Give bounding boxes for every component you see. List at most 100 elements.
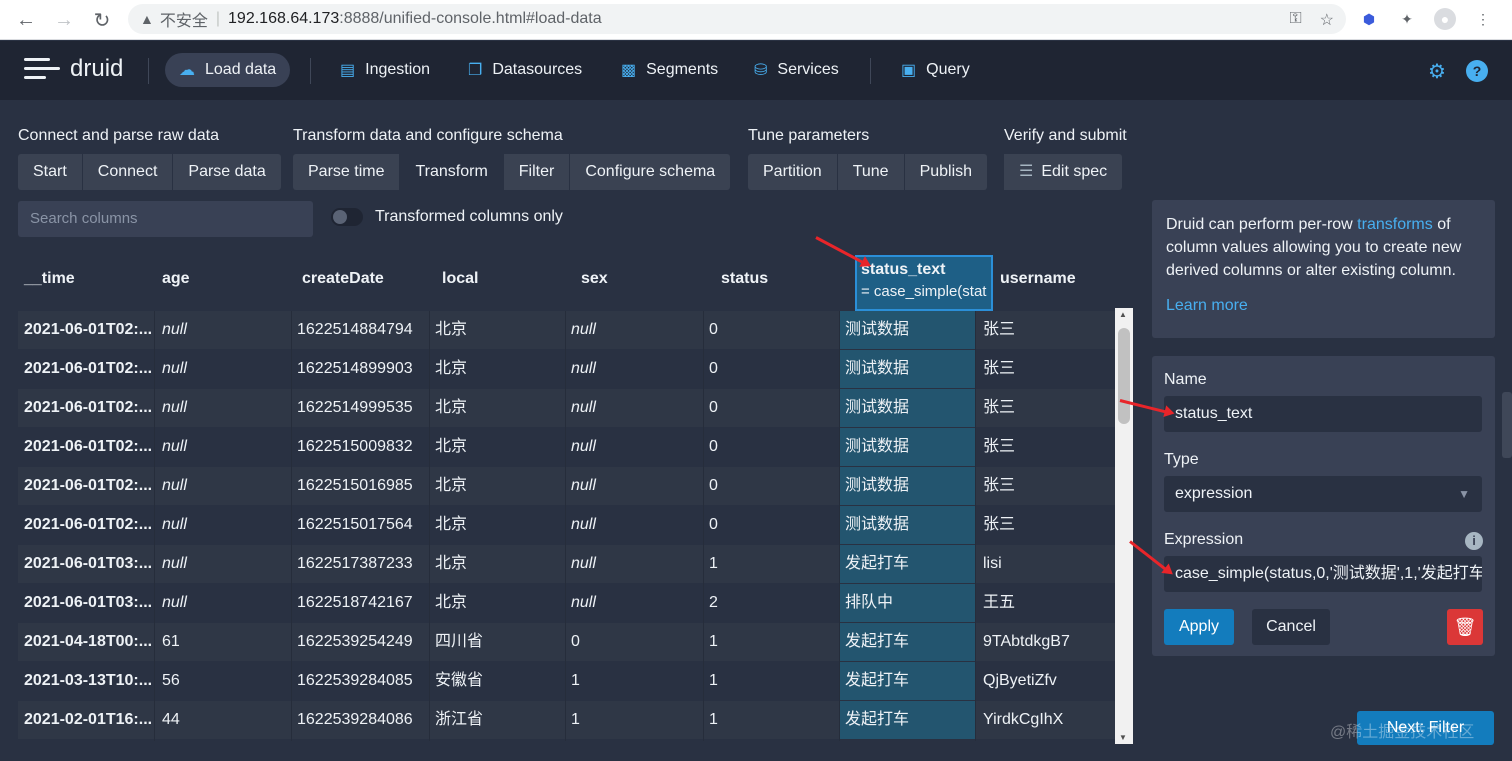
column-separator	[154, 311, 155, 741]
cell-sex: 0	[571, 633, 580, 650]
column-header-username[interactable]: username	[994, 255, 1115, 311]
learn-more-link[interactable]: Learn more	[1166, 294, 1481, 317]
column-header-time[interactable]: __time	[18, 255, 156, 311]
cell-username: 张三	[983, 321, 1016, 338]
delete-trash-icon[interactable]: 🗑	[1447, 609, 1483, 645]
cell-local: 四川省	[435, 633, 484, 650]
edit-spec-icon: ☰	[1019, 163, 1034, 180]
nav-datasources[interactable]: ❐ Datasources	[454, 53, 596, 87]
column-header-label: sex	[581, 270, 608, 287]
help-icon[interactable]: ?	[1466, 60, 1488, 82]
info-text-before: Druid can perform per-row	[1166, 216, 1358, 233]
cell-username: 张三	[983, 438, 1016, 455]
step-partition[interactable]: Partition	[748, 154, 838, 190]
browser-menu-icon[interactable]: ⋮	[1472, 8, 1494, 30]
step-configure-schema[interactable]: Configure schema	[570, 154, 731, 190]
cell-time: 2021-06-01T02:...	[24, 477, 153, 494]
cell-local: 北京	[435, 360, 468, 377]
nav-ingestion[interactable]: ▤ Ingestion	[326, 53, 444, 87]
apply-button[interactable]: Apply	[1164, 609, 1234, 645]
transforms-link[interactable]: transforms	[1357, 216, 1433, 233]
translate-icon[interactable]: ⚿	[1289, 10, 1301, 30]
info-text: Druid can perform per-row transforms of …	[1166, 213, 1481, 282]
nav-label: Load data	[205, 61, 277, 78]
cell-sex: 1	[571, 672, 580, 689]
table-scrollbar[interactable]: ▲ ▼	[1115, 308, 1133, 744]
expression-field[interactable]: case_simple(status,0,'测试数据',1,'发起打车	[1164, 556, 1482, 592]
column-header-status-text[interactable]: status_text = case_simple(stat	[855, 255, 993, 311]
step-filter[interactable]: Filter	[503, 154, 571, 190]
transformed-only-label: Transformed columns only	[375, 208, 563, 225]
address-bar[interactable]: ▲ 不安全 | 192.168.64.173 :8888/unified-con…	[128, 4, 1346, 34]
cell-status: 0	[709, 360, 718, 377]
side-handle[interactable]	[1502, 392, 1512, 458]
logo-text: druid	[70, 55, 124, 82]
column-header-age[interactable]: age	[156, 255, 294, 311]
cell-username: QjByetiZfv	[983, 672, 1057, 689]
column-header-local[interactable]: local	[436, 255, 574, 311]
stacked-chart-icon: ▩	[621, 62, 637, 79]
cell-local: 北京	[435, 321, 468, 338]
step-edit-spec[interactable]: ☰ Edit spec	[1004, 154, 1123, 190]
column-header-label: status	[721, 270, 769, 287]
type-select[interactable]: expression ▼	[1164, 476, 1482, 512]
step-parse-data[interactable]: Parse data	[173, 154, 281, 190]
type-label: Type	[1164, 451, 1199, 468]
settings-gear-icon[interactable]: ⚙	[1426, 60, 1448, 83]
cell-createdate: 1622517387233	[297, 555, 413, 572]
scrollbar-thumb[interactable]	[1118, 328, 1130, 424]
cell-age: 61	[162, 633, 180, 650]
cell-time: 2021-04-18T00:...	[24, 633, 153, 650]
table-row: 2021-06-01T02:... null 1622515009832 北京 null…	[18, 428, 1115, 467]
step-tune[interactable]: Tune	[837, 154, 905, 190]
bookmark-star-icon[interactable]: ☆	[1320, 10, 1334, 30]
cell-status-text: 测试数据	[839, 311, 975, 349]
cell-age: 56	[162, 672, 180, 689]
step-publish[interactable]: Publish	[904, 154, 988, 190]
extensions-puzzle-icon[interactable]: ✦	[1396, 8, 1418, 30]
cell-status-text: 排队中	[839, 584, 975, 622]
column-header-createdate[interactable]: createDate	[296, 255, 434, 311]
scroll-up-icon[interactable]: ▲	[1119, 310, 1127, 319]
cell-time: 2021-06-01T02:...	[24, 321, 153, 338]
info-icon[interactable]: i	[1465, 532, 1483, 550]
extension-cube-icon[interactable]: ⬢	[1358, 8, 1380, 30]
search-columns-input[interactable]: Search columns	[18, 201, 313, 237]
step-parse-time[interactable]: Parse time	[293, 154, 401, 190]
column-header-sex[interactable]: sex	[575, 255, 713, 311]
step-transform[interactable]: Transform	[400, 154, 504, 190]
step-connect[interactable]: Connect	[82, 154, 174, 190]
column-header-status[interactable]: status	[715, 255, 853, 311]
cell-local: 北京	[435, 555, 468, 572]
reload-icon[interactable]: ↻	[84, 2, 120, 38]
type-value: expression	[1175, 485, 1253, 502]
nav-load-data[interactable]: ☁ Load data	[165, 53, 291, 87]
back-icon[interactable]: ←	[8, 2, 44, 38]
cell-age: null	[162, 360, 187, 377]
cell-createdate: 1622539284085	[297, 672, 413, 689]
scroll-down-icon[interactable]: ▼	[1119, 733, 1127, 742]
cell-local: 北京	[435, 438, 468, 455]
transformed-only-switch[interactable]	[331, 208, 363, 226]
nav-segments[interactable]: ▩ Segments	[607, 53, 732, 87]
column-header-label: age	[162, 270, 190, 287]
nav-services[interactable]: ⛁ Services	[740, 53, 853, 87]
cell-age: null	[162, 594, 187, 611]
nav-query[interactable]: ▣ Query	[887, 53, 984, 87]
forward-icon[interactable]: →	[46, 2, 82, 38]
step-group-connect: Connect and parse raw data Start Connect…	[18, 126, 281, 190]
cell-status-text: 测试数据	[839, 428, 975, 466]
step-start[interactable]: Start	[18, 154, 83, 190]
cell-status-text: 发起打车	[839, 623, 975, 661]
name-field[interactable]: status_text	[1164, 396, 1482, 432]
step-group-verify: Verify and submit ☰ Edit spec	[1004, 126, 1127, 190]
cancel-button[interactable]: Cancel	[1252, 609, 1330, 645]
table-row: 2021-06-01T02:... null 1622515016985 北京 null…	[18, 467, 1115, 506]
cell-status-text: 发起打车	[839, 662, 975, 700]
header-divider	[148, 58, 149, 84]
cell-age: null	[162, 516, 187, 533]
profile-avatar-icon[interactable]: ●	[1434, 8, 1456, 30]
header-divider	[870, 58, 871, 84]
cell-sex: null	[571, 516, 596, 533]
druid-logo[interactable]: druid	[24, 55, 123, 83]
